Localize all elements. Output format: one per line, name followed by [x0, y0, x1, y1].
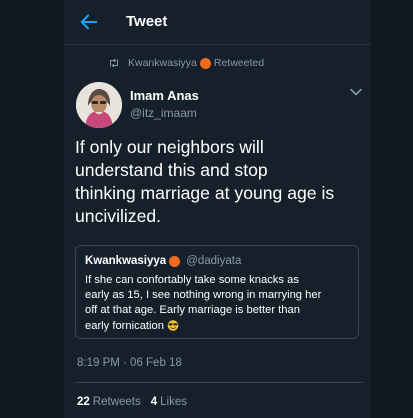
quoted-tweet[interactable]: Kwankwasiyya @dadiyata If she can confor…: [75, 245, 359, 339]
likes-stat[interactable]: 4 Likes: [151, 396, 187, 408]
likes-label: Likes: [160, 396, 187, 408]
retweet-context[interactable]: Kwankwasiyya Retweeted: [108, 56, 264, 70]
likes-count: 4: [150, 396, 158, 408]
retweets-stat[interactable]: 22 Retweets: [77, 396, 141, 408]
engagement-stats: 22 Retweets 4 Likes: [77, 396, 187, 408]
retweets-count: 22: [77, 396, 90, 408]
retweeter-badge-icon: [199, 57, 211, 69]
retweets-label: Retweets: [92, 396, 141, 408]
page-title: Tweet: [126, 13, 168, 30]
retweet-icon: [110, 58, 118, 68]
quoted-tweet-text: If she can confortably take some knacks …: [85, 273, 353, 334]
quoted-tweet-body: If she can confortably take some knacks …: [85, 274, 322, 332]
author-name[interactable]: Imam Anas: [130, 88, 199, 103]
chevron-down-icon[interactable]: [350, 88, 362, 96]
tweet-timestamp[interactable]: 8:19 PM · 06 Feb 18: [77, 357, 182, 369]
smiling-face-with-sunglasses-icon: [167, 319, 179, 331]
divider: [75, 382, 363, 383]
quoted-tweet-header: Kwankwasiyya @dadiyata: [85, 255, 241, 267]
author-handle[interactable]: @itz_imaam: [130, 106, 197, 120]
quoted-author-handle: @dadiyata: [186, 255, 242, 267]
avatar[interactable]: [76, 82, 122, 128]
avatar-image: [76, 82, 122, 128]
retweeter-name[interactable]: Kwankwasiyya: [128, 57, 197, 69]
tweet-text: If only our neighbors will understand th…: [75, 137, 335, 226]
arrow-left-icon[interactable]: [78, 11, 100, 33]
quoted-author-badge-icon: [169, 255, 181, 267]
app-frame: Tweet Kwankwasiyya Retweeted Imam Anas @…: [0, 0, 413, 418]
top-bar: Tweet: [64, 0, 371, 45]
retweeted-label: Retweeted: [213, 57, 265, 69]
quoted-author-name: Kwankwasiyya: [85, 255, 167, 267]
